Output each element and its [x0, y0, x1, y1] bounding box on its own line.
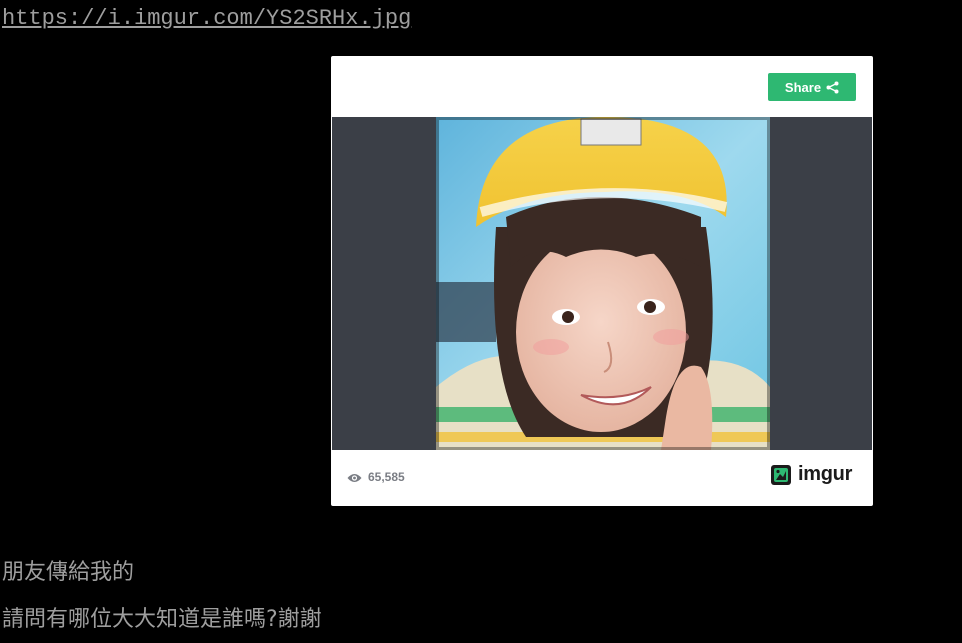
- share-icon: [826, 81, 839, 94]
- imgur-embed: Share 65,585 imgur: [331, 56, 873, 506]
- imgur-wordmark: imgur: [798, 463, 853, 485]
- image-stage: [332, 117, 872, 450]
- imgur-logo-mark-icon: [771, 464, 791, 485]
- image-link[interactable]: https://i.imgur.com/YS2SRHx.jpg: [2, 6, 411, 31]
- share-button[interactable]: Share: [768, 73, 856, 101]
- eye-icon: [347, 472, 362, 482]
- imgur-logo[interactable]: imgur: [771, 463, 852, 486]
- selfie-photo[interactable]: [436, 117, 770, 450]
- post-paragraph-2: 請問有哪位大大知道是誰嗎?謝謝: [2, 607, 322, 632]
- post-paragraph-1: 朋友傳給我的: [2, 560, 135, 585]
- embed-footer: 65,585 imgur: [331, 450, 873, 506]
- view-count-value: 65,585: [368, 470, 405, 484]
- view-count: 65,585: [347, 470, 405, 484]
- share-button-label: Share: [784, 79, 822, 95]
- page: https://i.imgur.com/YS2SRHx.jpg Share 65…: [0, 0, 962, 643]
- embed-header: Share: [331, 56, 873, 117]
